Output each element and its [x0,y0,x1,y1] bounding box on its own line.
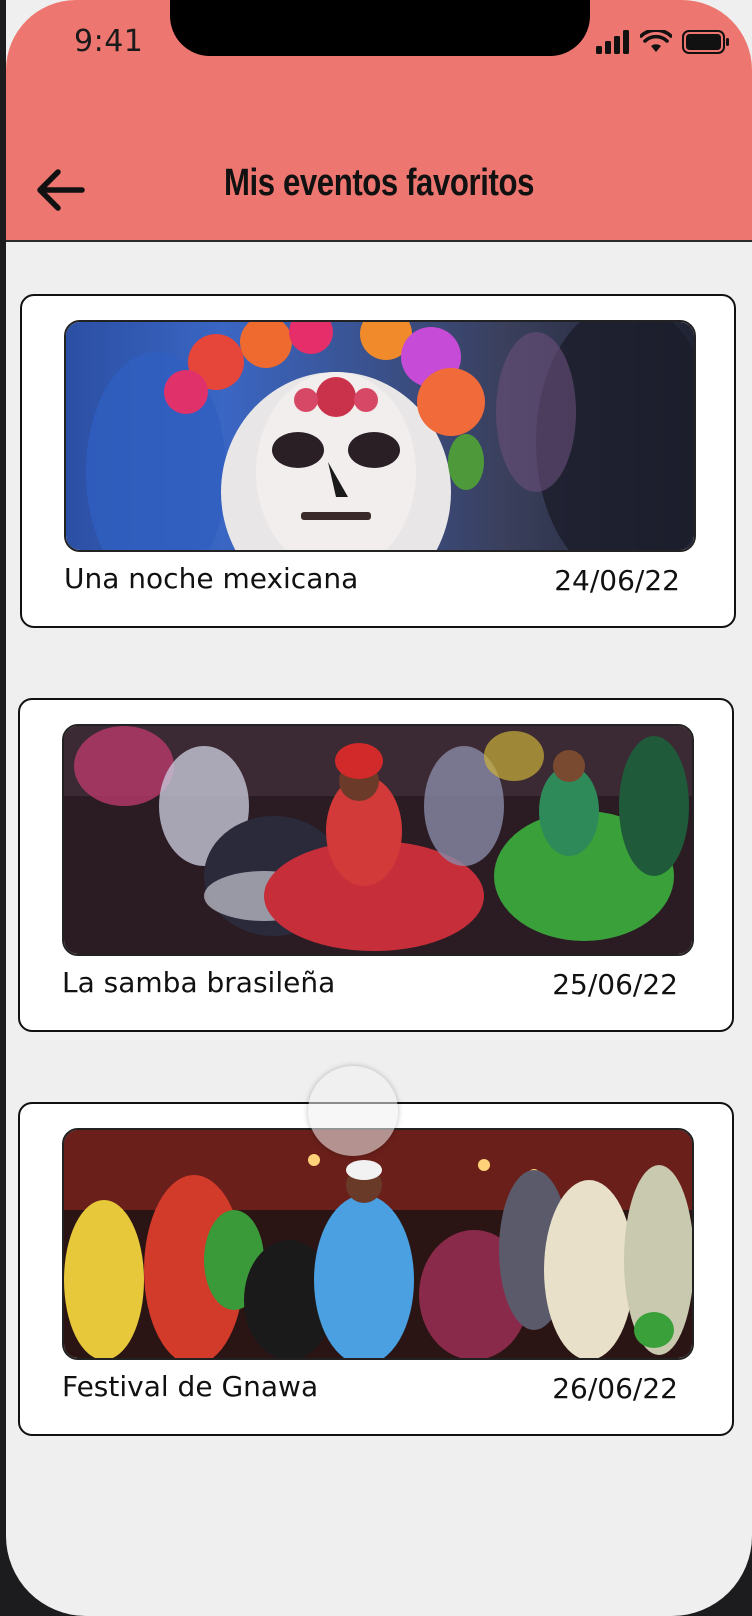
signal-icon [596,30,630,58]
event-title: Festival de Gnawa [62,1370,319,1403]
event-title: La samba brasileña [62,966,336,999]
page-title: Mis eventos favoritos [223,162,535,204]
event-date: 24/06/22 [554,564,680,597]
status-icons [596,28,730,58]
event-image [62,1128,694,1360]
status-time: 9:41 [74,24,144,59]
event-title: Una noche mexicana [64,562,359,595]
touch-indicator [308,1066,398,1156]
event-card[interactable]: La samba brasileña 25/06/22 [18,698,734,1032]
event-image [62,724,694,956]
battery-icon [682,30,730,58]
app-header: 9:41 Mis eventos favoritos [6,0,752,242]
wifi-icon [639,28,673,58]
phone-screen: 9:41 Mis eventos favoritos Una noche mex… [6,0,752,1616]
event-card[interactable]: Una noche mexicana 24/06/22 [20,294,736,628]
event-card[interactable]: Festival de Gnawa 26/06/22 [18,1102,734,1436]
event-date: 26/06/22 [552,1372,678,1405]
event-date: 25/06/22 [552,968,678,1001]
event-image [64,320,696,552]
device-notch [170,0,590,56]
